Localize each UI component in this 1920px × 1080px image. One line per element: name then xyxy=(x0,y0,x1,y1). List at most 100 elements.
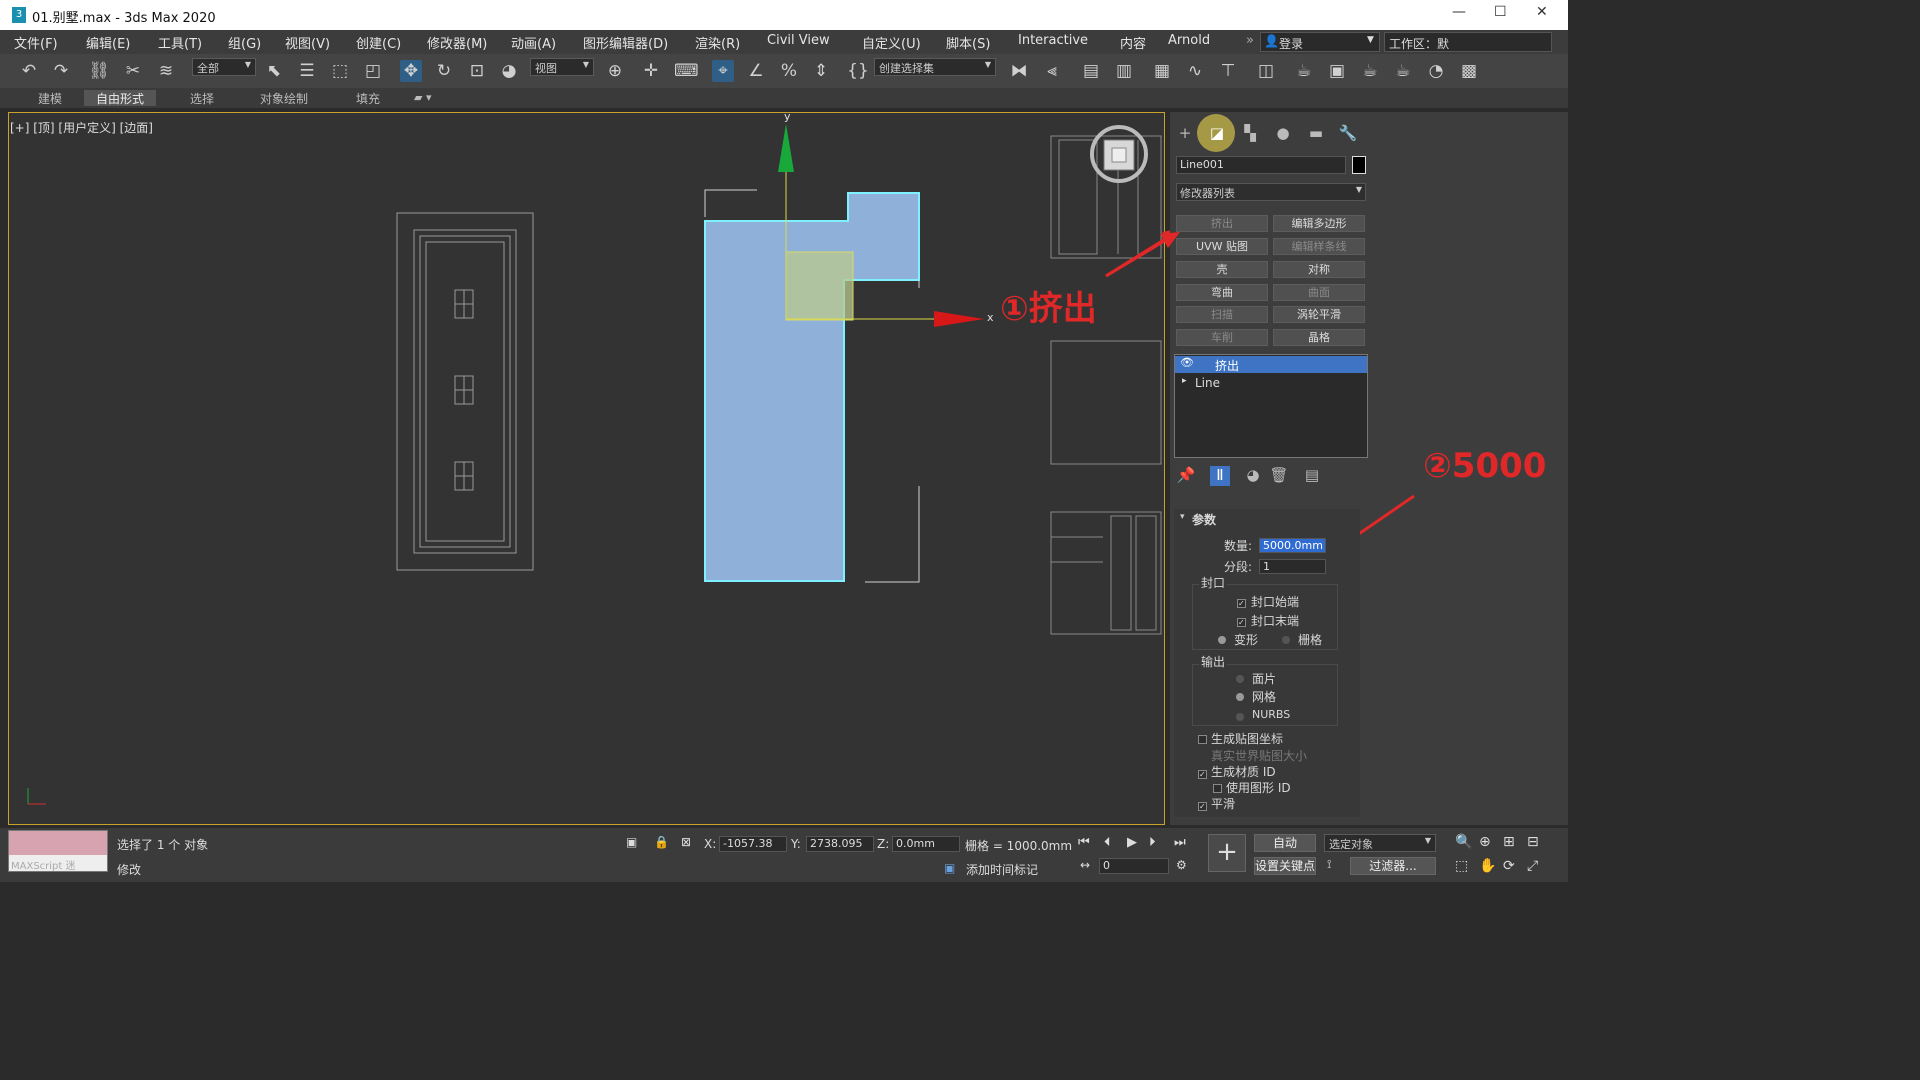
dope-sheet-icon[interactable]: ⊤ xyxy=(1217,60,1239,82)
material-editor-icon[interactable]: ◫ xyxy=(1255,60,1277,82)
menu-group[interactable]: 组(G) xyxy=(228,33,261,52)
key-filter-dropdown[interactable]: 选定对象 ▼ xyxy=(1324,834,1436,852)
pin-stack-icon[interactable]: 📌 xyxy=(1176,466,1196,486)
set-key-big-icon[interactable]: + xyxy=(1208,834,1246,872)
auto-key-button[interactable]: 自动 xyxy=(1254,834,1316,852)
select-object-icon[interactable]: ⬉ xyxy=(263,60,285,82)
display-tab-icon[interactable]: ▬ xyxy=(1306,124,1326,144)
menu-views[interactable]: 视图(V) xyxy=(285,33,330,52)
amount-field[interactable]: 5000.0mm xyxy=(1259,538,1326,553)
toggle-ribbon-icon[interactable]: ▥ xyxy=(1113,60,1135,82)
modifier-edit-spline-button[interactable]: 编辑样条线 xyxy=(1273,238,1365,255)
layer-explorer-icon[interactable]: ▤ xyxy=(1080,60,1102,82)
login-dropdown[interactable]: 👤 登录 ▼ xyxy=(1260,32,1380,52)
menu-content[interactable]: 内容 xyxy=(1120,33,1146,52)
selection-filter-dropdown[interactable]: 全部 ▼ xyxy=(192,58,256,76)
eye-icon[interactable]: 👁 xyxy=(1180,356,1194,369)
key-mode-icon[interactable]: ↔ xyxy=(1080,858,1090,872)
maxscript-input[interactable]: MAXScript 迷 xyxy=(9,855,107,872)
named-selection-dropdown[interactable]: 创建选择集 ▼ xyxy=(874,58,996,76)
gen-map-coords-checkbox[interactable] xyxy=(1198,733,1207,747)
link-icon[interactable]: ⛓ xyxy=(88,60,110,82)
modifier-surface-button[interactable]: 曲面 xyxy=(1273,284,1365,301)
rollout-title[interactable]: 参数 xyxy=(1192,511,1216,528)
menu-arnold[interactable]: Arnold xyxy=(1168,33,1210,48)
curve-editor-icon[interactable]: ∿ xyxy=(1184,60,1206,82)
goto-end-icon[interactable]: ⏭ xyxy=(1174,835,1186,850)
gen-matid-checkbox[interactable]: ✓ xyxy=(1198,766,1207,780)
nurbs-radio[interactable] xyxy=(1236,710,1244,724)
menu-interactive[interactable]: Interactive xyxy=(1018,33,1088,48)
tab-object-paint[interactable]: 对象绘制 xyxy=(248,90,320,106)
cap-end-checkbox[interactable]: ✓ xyxy=(1237,614,1246,628)
add-time-tag[interactable]: 添加时间标记 xyxy=(966,861,1038,878)
configure-modifier-sets-icon[interactable]: ▤ xyxy=(1302,466,1322,486)
show-end-result-icon[interactable]: Ⅱ xyxy=(1210,466,1230,486)
rollout-collapse-icon[interactable]: ▾ xyxy=(1180,512,1185,522)
goto-start-icon[interactable]: ⏮ xyxy=(1078,835,1090,850)
ribbon-options-icon[interactable]: ▰ ▾ xyxy=(414,91,431,104)
modifier-symmetry-button[interactable]: 对称 xyxy=(1273,261,1365,278)
zoom-icon[interactable]: 🔍 xyxy=(1455,834,1472,850)
close-button[interactable]: ✕ xyxy=(1536,4,1548,20)
menu-overflow-icon[interactable]: » xyxy=(1246,33,1254,48)
modifier-uvw-map-button[interactable]: UVW 贴图 xyxy=(1176,238,1268,255)
rendered-frame-icon[interactable]: ▣ xyxy=(1326,60,1348,82)
menu-scripting[interactable]: 脚本(S) xyxy=(946,33,990,52)
modifier-lattice-button[interactable]: 晶格 xyxy=(1273,329,1365,346)
prev-frame-icon[interactable]: ⏴ xyxy=(1104,835,1111,850)
play-icon[interactable]: ▶ xyxy=(1127,835,1137,850)
unlink-icon[interactable]: ✂ xyxy=(122,60,144,82)
window-crossing-icon[interactable]: ◰ xyxy=(362,60,384,82)
current-frame-field[interactable]: 0 xyxy=(1099,858,1169,874)
workspace-dropdown[interactable]: 工作区：默 xyxy=(1384,32,1552,52)
stack-item-line[interactable]: ▸ Line xyxy=(1175,375,1367,392)
cap-start-checkbox[interactable]: ✓ xyxy=(1237,595,1246,609)
menu-modifiers[interactable]: 修改器(M) xyxy=(427,33,487,52)
modifier-bend-button[interactable]: 弯曲 xyxy=(1176,284,1268,301)
zoom-extents-all-icon[interactable]: ⊟ xyxy=(1527,834,1539,850)
menu-rendering[interactable]: 渲染(R) xyxy=(695,33,740,52)
object-name-field[interactable]: Line001 xyxy=(1176,156,1346,174)
menu-graph-editors[interactable]: 图形编辑器(D) xyxy=(583,33,668,52)
maxscript-listener[interactable]: MAXScript 迷 xyxy=(8,830,108,872)
tab-populate[interactable]: 填充 xyxy=(344,90,392,106)
angle-snap-icon[interactable]: ∠ xyxy=(745,60,767,82)
render-setup-icon[interactable]: ☕ xyxy=(1293,60,1315,82)
menu-animation[interactable]: 动画(A) xyxy=(511,33,556,52)
utilities-tab-icon[interactable]: 🔧 xyxy=(1338,124,1358,144)
menu-customize[interactable]: 自定义(U) xyxy=(862,33,921,52)
spinner-snap-icon[interactable]: ⇕ xyxy=(810,60,832,82)
next-frame-icon[interactable]: ⏵ xyxy=(1149,835,1156,850)
mesh-radio[interactable] xyxy=(1236,690,1244,704)
tab-selection[interactable]: 选择 xyxy=(178,90,226,106)
scene-explorer-icon[interactable]: ▦ xyxy=(1151,60,1173,82)
undo-icon[interactable]: ↶ xyxy=(18,60,40,82)
modify-tab-icon[interactable]: ◪ xyxy=(1207,124,1227,144)
maximize-button[interactable]: ☐ xyxy=(1494,4,1507,20)
grid-radio[interactable] xyxy=(1282,633,1290,647)
time-config-icon[interactable]: ⚙ xyxy=(1176,858,1187,872)
mirror-icon[interactable]: ⧓ xyxy=(1008,60,1030,82)
modifier-list-dropdown[interactable]: 修改器列表 ▼ xyxy=(1176,183,1366,201)
use-shape-id-checkbox[interactable] xyxy=(1213,782,1222,796)
redo-icon[interactable]: ↷ xyxy=(50,60,72,82)
isolate-icon[interactable]: ▣ xyxy=(626,835,637,849)
menu-tools[interactable]: 工具(T) xyxy=(158,33,202,52)
absolute-mode-icon[interactable]: ⊠ xyxy=(681,835,691,849)
select-by-name-icon[interactable]: ☰ xyxy=(296,60,318,82)
key-tangent-icon[interactable]: ⟟ xyxy=(1327,857,1331,872)
modifier-extrude-button[interactable]: 挤出 xyxy=(1176,215,1268,232)
y-coord-field[interactable]: 2738.095 xyxy=(806,836,874,852)
viewport-canvas[interactable] xyxy=(8,112,1165,825)
lock-icon[interactable]: 🔒 xyxy=(654,835,669,849)
tab-freeform[interactable]: 自由形式 xyxy=(84,90,157,106)
menu-file[interactable]: 文件(F) xyxy=(14,33,58,52)
menu-edit[interactable]: 编辑(E) xyxy=(86,33,130,52)
menu-create[interactable]: 创建(C) xyxy=(356,33,401,52)
object-color-swatch[interactable] xyxy=(1352,156,1366,174)
modifier-turbosmooth-button[interactable]: 涡轮平滑 xyxy=(1273,306,1365,323)
pivot-icon[interactable]: ⊕ xyxy=(604,60,626,82)
x-coord-field[interactable]: -1057.38 xyxy=(719,836,787,852)
keyboard-shortcut-icon[interactable]: ⌨ xyxy=(674,60,699,82)
